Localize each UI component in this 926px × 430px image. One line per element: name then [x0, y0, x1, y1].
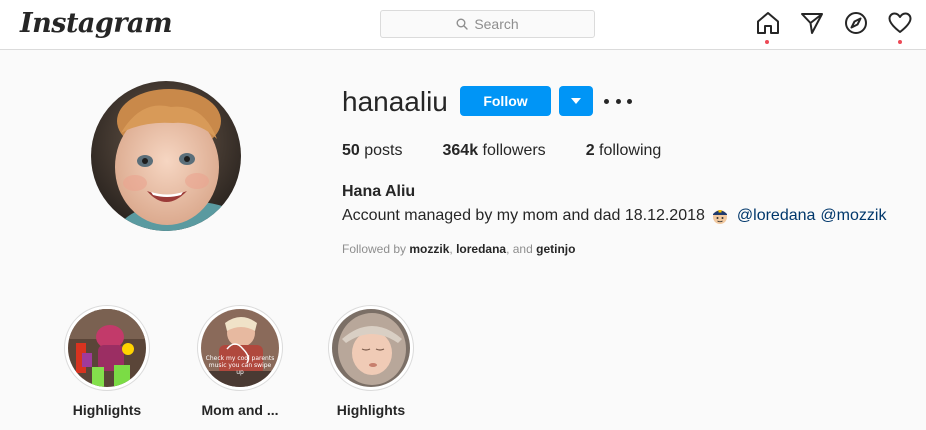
more-dot-icon [627, 98, 632, 104]
police-officer-emoji-icon [712, 210, 727, 224]
profile-username: hanaaliu [342, 86, 448, 117]
following-label: following [599, 142, 662, 159]
posts-label: posts [364, 142, 403, 159]
followed-by-user[interactable]: getinjo [536, 242, 575, 256]
more-dot-icon [604, 98, 609, 104]
following-stat[interactable]: 2 following [586, 142, 662, 160]
following-count: 2 [585, 142, 600, 159]
profile-stats: 50 posts 364k followers 2 following [342, 142, 701, 160]
activity-notification-dot [898, 40, 902, 44]
bio-mention-link[interactable]: @loredana [737, 207, 816, 225]
highlight-ring [64, 305, 150, 391]
profile-bio: Account managed by my mom and dad 18.12.… [342, 207, 891, 225]
highlight-label: Mom and ... [201, 402, 279, 418]
followers-label: followers [482, 142, 546, 159]
followed-by-line[interactable]: Followed by mozzik, loredana, and getinj… [342, 242, 575, 256]
followed-by-separator: , and [506, 242, 537, 256]
search-placeholder: Search [474, 16, 519, 32]
caret-down-icon [571, 98, 581, 104]
highlight-cover-image [68, 309, 146, 387]
bio-mention-link[interactable]: @mozzik [820, 207, 886, 225]
story-highlight[interactable]: Highlights [328, 305, 414, 418]
followed-by-user[interactable]: mozzik [409, 242, 449, 256]
search-input[interactable]: Search [380, 10, 595, 38]
activity-heart-icon[interactable] [887, 10, 913, 36]
followers-count: 364k [442, 142, 483, 159]
follow-button[interactable]: Follow [460, 86, 551, 116]
more-options-button[interactable] [604, 92, 632, 110]
instagram-logo[interactable]: Instagram [20, 8, 173, 39]
highlight-ring [328, 305, 414, 391]
highlight-cover-image [332, 309, 410, 387]
more-dot-icon [615, 98, 621, 104]
top-navigation-bar: Instagram Search [0, 0, 926, 50]
followed-by-prefix: Followed by [342, 242, 410, 256]
highlight-ring: Check my cool parents music you can swip… [197, 305, 283, 391]
profile-full-name: Hana Aliu [342, 183, 416, 200]
highlight-label: Highlights [336, 402, 406, 418]
posts-count: 50 [342, 142, 365, 159]
story-highlight[interactable]: Highlights [64, 305, 150, 418]
profile-avatar[interactable] [91, 81, 241, 231]
suggested-accounts-dropdown-button[interactable] [559, 86, 593, 116]
home-icon[interactable] [755, 10, 781, 36]
direct-icon[interactable] [799, 10, 825, 36]
bio-text: Account managed by my mom and dad 18.12.… [342, 207, 705, 224]
story-highlight[interactable]: Check my cool parents music you can swip… [197, 305, 283, 418]
explore-icon[interactable] [843, 10, 869, 36]
posts-stat: 50 posts [342, 142, 403, 160]
highlight-label: Highlights [72, 402, 142, 418]
highlight-cover-image: Check my cool parents music you can swip… [201, 309, 279, 387]
followed-by-user[interactable]: loredana [456, 242, 506, 256]
followers-stat[interactable]: 364k followers [443, 142, 546, 160]
home-notification-dot [765, 40, 769, 44]
highlight-overlay-text: Check my cool parents music you can swip… [205, 355, 275, 376]
search-icon [456, 18, 469, 30]
